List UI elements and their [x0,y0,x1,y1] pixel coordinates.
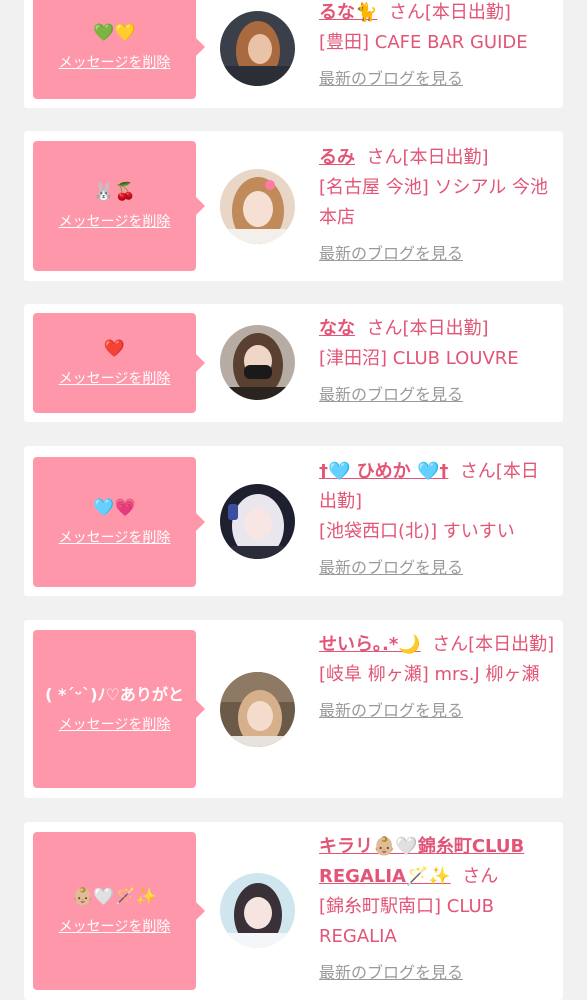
latest-blog-link[interactable]: 最新のブログを見る [319,700,555,722]
message-card: ❤️ メッセージを削除 なな さん[本日出勤] [津田沼] CLUB LOUVR… [24,304,563,422]
latest-blog-link[interactable]: 最新のブログを見る [319,68,555,90]
latest-blog-link[interactable]: 最新のブログを見る [319,384,555,406]
cast-suffix: さん[本日出勤] [366,318,489,339]
cast-info: るな🐈 さん[本日出勤] [豊田] CAFE BAR GUIDE 最新のブログを… [319,0,555,90]
shop-name: [名古屋 今池] ソシアル 今池本店 [319,177,549,228]
cast-info: るみ さん[本日出勤] [名古屋 今池] ソシアル 今池本店 最新のブログを見る [319,143,555,265]
shop-name: [池袋西口(北)] すいすい [319,521,515,542]
message-card: 💚💛 メッセージを削除 るな🐈 さん[本日出勤] [豊田] CAFE BAR G… [24,0,563,108]
cast-info: キラリ👶🏼🤍錦糸町CLUB REGALIA🪄✨ さん [錦糸町駅南口] CLUB… [319,832,555,984]
message-card: 🩵💗 メッセージを削除 †🩵 ひめか 🩵† さん[本日出勤] [池袋西口(北)]… [24,446,563,596]
cast-name-link[interactable]: るな🐈 [319,2,377,23]
shop-name: [岐阜 柳ヶ瀬] mrs.J 柳ヶ瀬 [319,664,540,685]
delete-message-link[interactable]: メッセージを削除 [59,714,171,734]
message-bubble: ( *ˊᵕˋ)ﾉ♡ありがと メッセージを削除 [33,630,205,788]
avatar[interactable] [220,484,295,559]
message-bubble: ❤️ メッセージを削除 [33,313,205,413]
cast-info: せいら｡.*🌙 さん[本日出勤] [岐阜 柳ヶ瀬] mrs.J 柳ヶ瀬 最新のブ… [319,630,555,722]
message-text: ❤️ [103,339,126,359]
cast-suffix: さん[本日出勤] [432,634,555,655]
cast-name-link[interactable]: せいら｡.*🌙 [319,634,421,655]
cast-suffix: さん [462,866,499,887]
latest-blog-link[interactable]: 最新のブログを見る [319,243,555,265]
message-text: 💚💛 [93,23,136,43]
delete-message-link[interactable]: メッセージを削除 [59,916,171,936]
message-text: 🩵💗 [93,498,136,518]
message-bubble: 💚💛 メッセージを削除 [33,0,205,99]
latest-blog-link[interactable]: 最新のブログを見る [319,962,555,984]
cast-name-link[interactable]: †🩵 ひめか 🩵† [319,461,448,482]
avatar[interactable] [220,325,295,400]
cast-name-link[interactable]: なな [319,318,355,339]
message-text: 🐰🍒 [93,182,136,202]
avatar[interactable] [220,873,295,948]
cast-info: †🩵 ひめか 🩵† さん[本日出勤] [池袋西口(北)] すいすい 最新のブログ… [319,457,555,579]
avatar[interactable] [220,672,295,747]
cast-info: なな さん[本日出勤] [津田沼] CLUB LOUVRE 最新のブログを見る [319,314,555,406]
message-text: ( *ˊᵕˋ)ﾉ♡ありがと [45,685,184,704]
cast-suffix: さん[本日出勤] [388,2,511,23]
delete-message-link[interactable]: メッセージを削除 [59,368,171,388]
shop-name: [津田沼] CLUB LOUVRE [319,348,519,369]
cast-name-link[interactable]: るみ [319,147,355,168]
delete-message-link[interactable]: メッセージを削除 [59,211,171,231]
latest-blog-link[interactable]: 最新のブログを見る [319,557,555,579]
avatar[interactable] [220,169,295,244]
delete-message-link[interactable]: メッセージを削除 [59,527,171,547]
delete-message-link[interactable]: メッセージを削除 [59,52,171,72]
message-card: 👶🏼🤍🪄✨ メッセージを削除 キラリ👶🏼🤍錦糸町CLUB REGALIA🪄✨ さ… [24,822,563,1000]
cast-suffix: さん[本日出勤] [366,147,489,168]
message-card: 🐰🍒 メッセージを削除 るみ さん[本日出勤] [名古屋 今池] ソシアル 今池… [24,131,563,281]
message-bubble: 🩵💗 メッセージを削除 [33,457,205,587]
message-text: 👶🏼🤍🪄✨ [72,887,157,907]
shop-name: [錦糸町駅南口] CLUB REGALIA [319,896,494,947]
message-bubble: 👶🏼🤍🪄✨ メッセージを削除 [33,832,205,990]
message-card: ( *ˊᵕˋ)ﾉ♡ありがと メッセージを削除 せいら｡.*🌙 さん[本日出勤] … [24,620,563,798]
shop-name: [豊田] CAFE BAR GUIDE [319,32,528,53]
message-bubble: 🐰🍒 メッセージを削除 [33,141,205,271]
avatar[interactable] [220,11,295,86]
